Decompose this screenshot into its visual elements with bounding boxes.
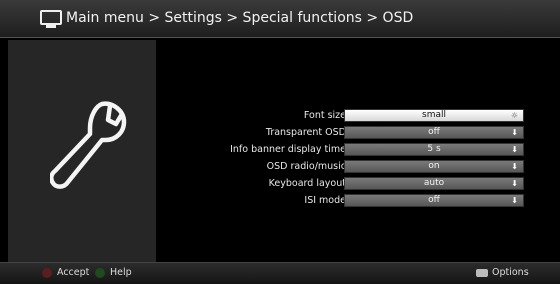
setting-label: Keyboard layout [268,178,346,189]
arrow-down-icon: ⬇ [511,128,518,137]
wrench-icon [50,101,127,189]
setting-row-keyboard-layout[interactable]: Keyboard layout auto ⬇ [158,176,524,191]
title-bar: Main menu > Settings > Special functions… [0,0,560,38]
setting-value-osd-radio[interactable]: on ⬇ [344,160,524,173]
options-icon [476,268,488,277]
setting-value-text: 5 s [427,144,441,154]
footer-bar: Accept Help Options [0,262,560,284]
green-button-icon [95,267,105,278]
accept-label: Accept [57,267,90,278]
setting-label: ISI mode [304,195,346,206]
sun-icon: ☼ [510,111,518,120]
options-label: Options [492,267,529,278]
setting-label: Font size [303,110,346,121]
help-button[interactable]: Help [95,267,132,278]
settings-icon-panel [8,40,156,262]
red-button-icon [42,267,52,278]
setting-label: Transparent OSD [265,127,346,138]
arrow-down-icon: ⬇ [511,145,518,154]
tv-icon [40,10,62,28]
setting-value-font-size[interactable]: small ☼ [344,109,524,122]
setting-row-font-size[interactable]: Font size small ☼ [158,108,524,123]
setting-value-text: off [428,195,440,205]
setting-label: Info banner display time [230,144,346,155]
help-label: Help [110,267,132,278]
setting-value-info-banner[interactable]: 5 s ⬇ [344,143,524,156]
setting-row-transparent-osd[interactable]: Transparent OSD off ⬇ [158,125,524,140]
arrow-down-icon: ⬇ [511,196,518,205]
breadcrumb: Main menu > Settings > Special functions… [66,10,414,26]
setting-value-text: on [428,161,440,171]
accept-button[interactable]: Accept [42,267,89,278]
setting-value-text: auto [423,178,445,188]
options-button[interactable]: Options [476,267,529,278]
setting-value-text: off [428,127,440,137]
setting-value-isi-mode[interactable]: off ⬇ [344,194,524,207]
setting-row-osd-radio[interactable]: OSD radio/music on ⬇ [158,159,524,174]
setting-row-isi-mode[interactable]: ISI mode off ⬇ [158,193,524,208]
arrow-down-icon: ⬇ [511,162,518,171]
setting-value-text: small [422,110,446,120]
setting-row-info-banner[interactable]: Info banner display time 5 s ⬇ [158,142,524,157]
setting-label: OSD radio/music [266,161,346,172]
setting-value-transparent-osd[interactable]: off ⬇ [344,126,524,139]
setting-value-keyboard-layout[interactable]: auto ⬇ [344,177,524,190]
arrow-down-icon: ⬇ [511,179,518,188]
